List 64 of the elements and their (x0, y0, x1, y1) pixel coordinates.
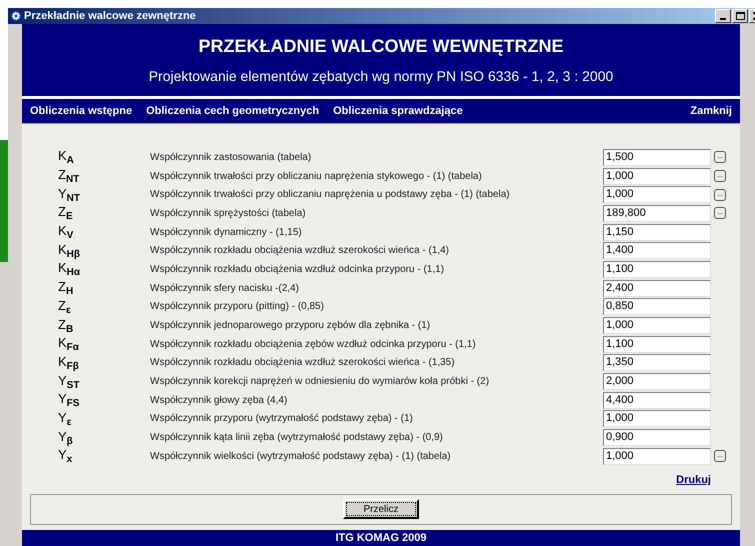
description-label: Współczynnik jednoparowego przyporu zębów dla zębnika - (1) (150, 320, 432, 332)
value-field[interactable]: 1,000 (603, 168, 711, 185)
description-label: Współczynnik rozkładu obciążenia wzdłuż szerokości wieńca - (1,4) (150, 245, 450, 256)
maximize-button[interactable] (732, 9, 748, 23)
value-field[interactable]: 1,400 (603, 242, 711, 260)
menu-link[interactable]: Obliczenia sprawdzające (333, 105, 463, 117)
symbol-label: Y$_{ST}$ (57, 372, 80, 391)
description-label: Współczynnik wielkości (wytrzymałość podstawy zęba) - (1) (tabela) (150, 450, 452, 462)
description-label: Współczynnik głowy zęba (4,4) (150, 394, 288, 406)
description-label: Współczynnik sfery nacisku -(2,4) (150, 282, 300, 294)
description-label: Współczynnik trwałości przy obliczaniu naprężenia stykowego - (1) (tabela) (150, 170, 483, 182)
symbol-label: Z$_{H}$ (57, 279, 74, 298)
value-field[interactable]: 0,900 (603, 429, 711, 446)
symbol-label: Y$_{ε}$ (57, 410, 72, 428)
description-label: Współczynnik rozkładu obciążenia wzdłuż odcinka przyporu - (1,1) (150, 264, 446, 275)
symbol-label: Y$_{FS}$ (57, 391, 80, 410)
symbol-label: K$_{V}$ (57, 223, 74, 242)
symbol-label: Z$_{B}$ (57, 316, 74, 335)
value-field[interactable]: 0,850 (603, 298, 711, 316)
description-label: Współczynnik rozkładu obciążenia zębów wzdłuż odcinka przyporu - (1,1) (150, 338, 477, 350)
symbol-label: Z$_{NT}$ (57, 167, 80, 186)
description-label: Współczynnik dynamiczny - (1,15) (150, 226, 303, 238)
page-subtitle: Projektowanie elementów zębatych wg normy PN ISO 6336 - 1, 2, 3 : 2000 (148, 68, 614, 84)
window-title: Przekładnie walcowe zewnętrzne (24, 10, 196, 22)
symbol-label: Z$_{E}$ (57, 204, 74, 222)
description-label: Współczynnik przyporu (pitting) - (0,85) (150, 301, 325, 312)
value-field[interactable]: 2,400 (603, 280, 711, 297)
calculate-button[interactable]: Przelicz (343, 499, 419, 520)
close-link[interactable]: Zamknij (690, 105, 732, 117)
symbol-label: K$_{Hα}$ (57, 260, 82, 278)
gear-icon (10, 10, 22, 22)
value-field[interactable]: 1,500 (603, 148, 711, 166)
description-label: Współczynnik rozkładu obciążenia wzdłuż szerokości wieńca - (1,35) (150, 357, 456, 368)
value-field[interactable]: 1,000 (603, 186, 711, 204)
value-field[interactable]: 189,800 (603, 204, 711, 222)
value-field[interactable]: 4,400 (603, 392, 711, 409)
symbol-label: K$_{A}$ (57, 148, 75, 166)
symbol-label: Y$_{NT}$ (57, 186, 82, 204)
symbol-label: K$_{Hβ}$ (57, 242, 81, 260)
footer-text: ITG KOMAG 2009 (335, 532, 427, 544)
value-field[interactable]: 1,150 (603, 224, 711, 241)
symbol-label: K$_{Fα}$ (57, 335, 80, 354)
description-label: Współczynnik przyporu (wytrzymałość podstawy zęba) - (1) (150, 413, 414, 424)
description-label: Współczynnik kąta linii zęba (wytrzymałość podstawy zęba) - (0,9) (150, 432, 444, 444)
value-field[interactable]: 1,000 (603, 410, 711, 428)
description-label: Współczynnik zastosowania (tabela) (150, 152, 312, 163)
symbol-label: K$_{Fβ}$ (57, 354, 80, 372)
menu-link[interactable]: Obliczenia cech geometrycznych (146, 105, 320, 117)
description-label: Współczynnik sprężystości (tabela) (150, 208, 307, 219)
description-label: Współczynnik korekcji naprężeń w odniesieniu do wymiarów koła próbki - (2) (150, 376, 490, 388)
value-field[interactable]: 1,100 (603, 260, 711, 278)
symbol-label: Y$_{β}$ (57, 428, 74, 447)
value-field[interactable]: 1,350 (603, 354, 711, 372)
menu-link[interactable]: Obliczenia wstępne (30, 105, 132, 117)
value-field[interactable]: 1,100 (603, 336, 711, 353)
value-field[interactable]: 2,000 (603, 373, 711, 390)
description-label: Współczynnik trwałości przy obliczaniu naprężenia u podstawy zęba - (1) (tabela) (150, 189, 511, 200)
value-field[interactable]: 1,000 (603, 448, 711, 465)
minimize-button[interactable] (715, 9, 731, 23)
value-field[interactable]: 1,000 (603, 317, 711, 334)
page-title: PRZEKŁADNIE WALCOWE WEWNĘTRZNE (198, 35, 564, 58)
print-link[interactable]: Drukuj (676, 474, 711, 486)
symbol-label: Z$_{ε}$ (57, 298, 72, 316)
symbol-label: Y$_{x}$ (57, 447, 74, 466)
